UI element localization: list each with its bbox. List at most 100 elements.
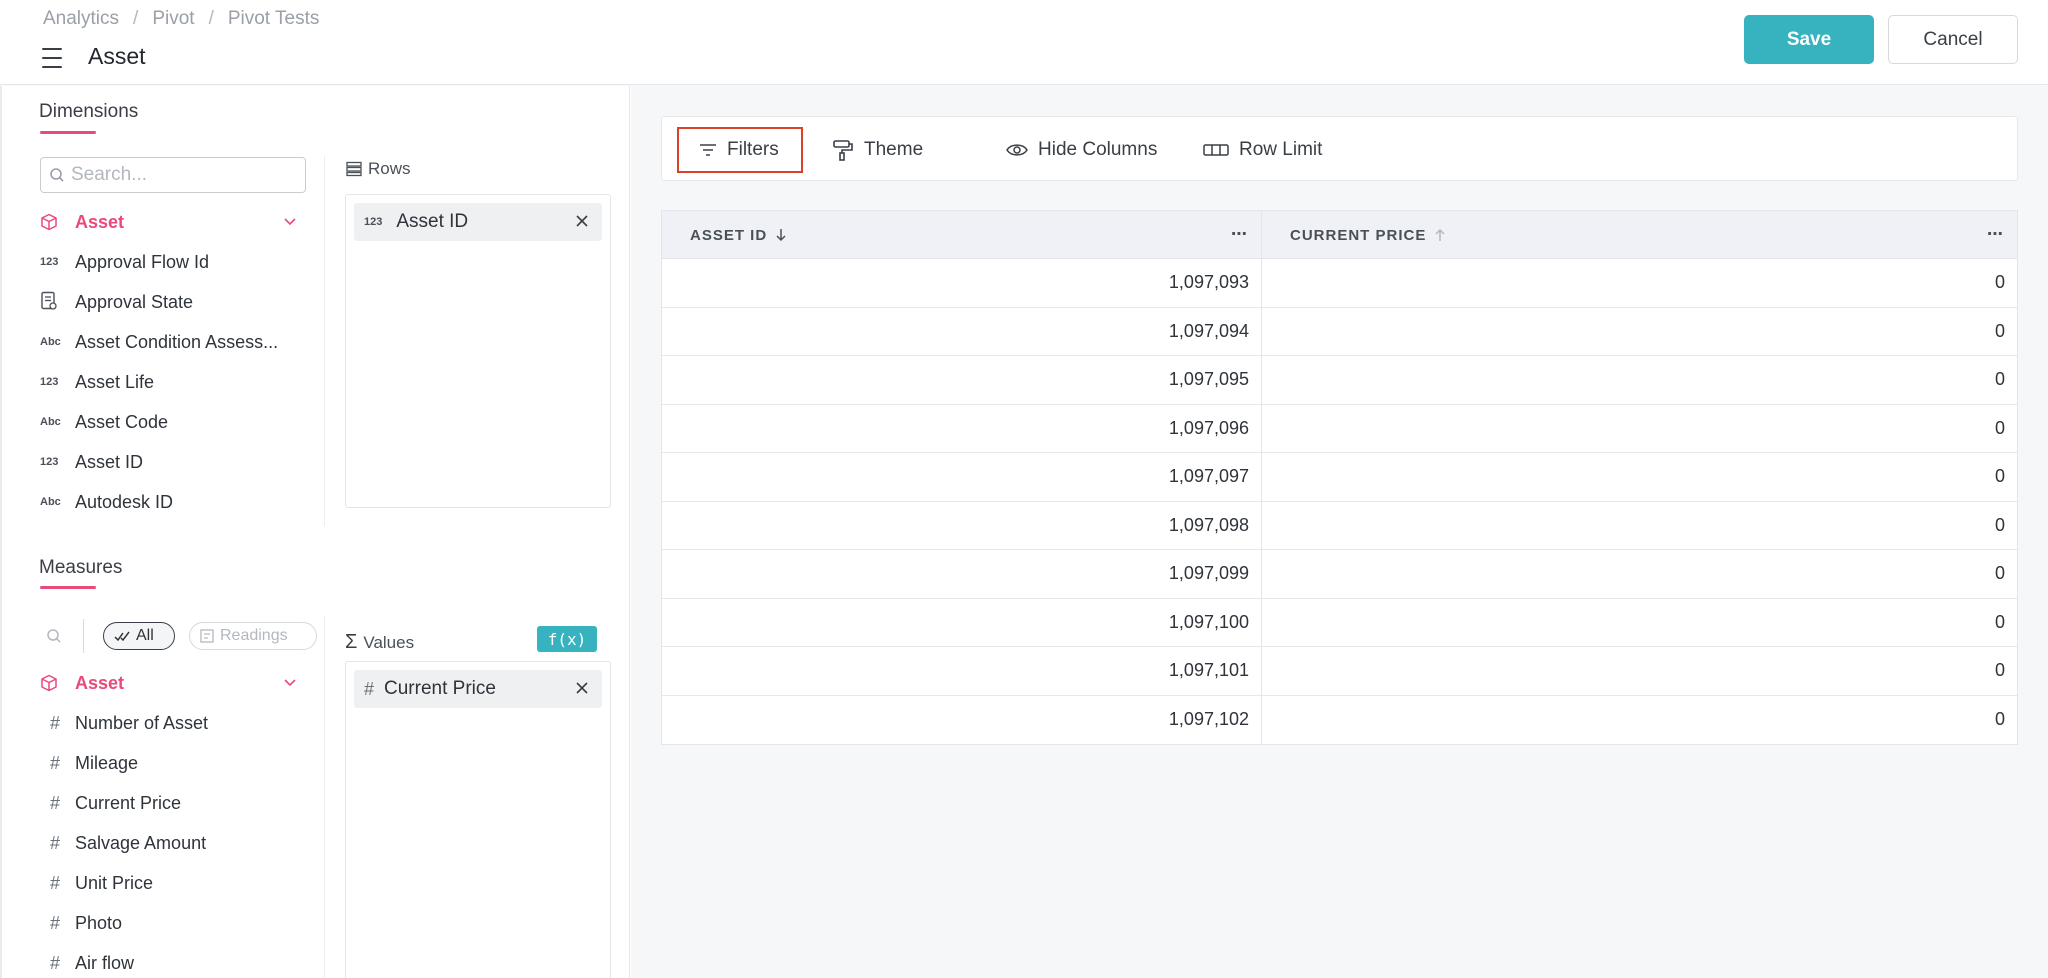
current-price-cell[interactable]: 0	[1262, 356, 2017, 404]
breadcrumb-pivot[interactable]: Pivot	[152, 8, 194, 30]
current-price-cell[interactable]: 0	[1262, 502, 2017, 550]
values-label: Values	[363, 632, 415, 652]
column-menu-icon[interactable]: ⋯	[1231, 224, 1247, 244]
rows-chip-asset-id[interactable]: 123 Asset ID	[354, 203, 602, 241]
hide-columns-button[interactable]: Hide Columns	[1006, 127, 1157, 173]
column-menu-icon[interactable]: ⋯	[1987, 224, 2003, 244]
table-header: ASSET ID ⋯ CURRENT PRICE ⋯	[662, 211, 2017, 259]
asset-id-cell[interactable]: 1,097,102	[662, 695, 1262, 744]
dimension-field-autodesk-id[interactable]: Abc Autodesk ID	[40, 482, 298, 522]
sort-descending-icon[interactable]	[775, 228, 787, 242]
rows-drop-zone[interactable]: 123 Asset ID	[345, 194, 611, 508]
values-drop-zone[interactable]: # Current Price	[345, 661, 611, 978]
measure-field-photo[interactable]: # Photo	[40, 903, 298, 943]
asset-id-cell[interactable]: 1,097,099	[662, 550, 1262, 598]
field-label: Photo	[75, 912, 123, 933]
breadcrumb-analytics[interactable]: Analytics	[43, 8, 119, 30]
table-body: 1,097,093 0 1,097,094 0 1,097,095 0 1,097,096 0…	[662, 259, 2017, 744]
current-price-cell[interactable]: 0	[1262, 599, 2017, 647]
table-row: 1,097,095 0	[662, 356, 2017, 405]
rows-zone-label: Rows	[346, 159, 411, 179]
formula-button[interactable]: f(x)	[537, 626, 597, 652]
asset-id-cell[interactable]: 1,097,095	[662, 356, 1262, 404]
hash-icon: #	[50, 952, 61, 973]
cube-icon	[41, 213, 57, 231]
current-price-cell[interactable]: 0	[1262, 696, 2017, 745]
asset-id-cell[interactable]: 1,097,098	[662, 501, 1262, 549]
hash-icon: #	[50, 792, 61, 813]
dimension-field-asset-life[interactable]: 123 Asset Life	[40, 362, 298, 402]
measure-field-current-price[interactable]: # Current Price	[40, 783, 298, 823]
column-header-asset-id[interactable]: ASSET ID ⋯	[662, 211, 1262, 259]
field-label: Asset Life	[75, 371, 155, 392]
search-icon	[50, 168, 64, 182]
filter-icon	[700, 144, 716, 156]
field-label: Number of Asset	[75, 712, 209, 733]
current-price-cell[interactable]: 0	[1262, 453, 2017, 501]
pivot-main-area: Filters Theme Hide Columns Row Limit ASS…	[631, 86, 2048, 978]
values-chip-current-price[interactable]: # Current Price	[354, 670, 602, 708]
breadcrumb-pivot-tests[interactable]: Pivot Tests	[228, 8, 320, 30]
sort-ascending-icon[interactable]	[1434, 228, 1446, 242]
measure-field-unit-price[interactable]: # Unit Price	[40, 863, 298, 903]
measures-filter-readings[interactable]: Readings	[189, 622, 317, 650]
current-price-cell[interactable]: 0	[1262, 259, 2017, 307]
dimension-field-approval-flow-id[interactable]: 123 Approval Flow Id	[40, 242, 298, 282]
close-icon[interactable]	[574, 680, 590, 696]
chevron-down-icon[interactable]	[282, 674, 298, 690]
current-price-cell[interactable]: 0	[1262, 647, 2017, 695]
save-button[interactable]: Save	[1744, 15, 1874, 64]
field-label: Air flow	[75, 952, 135, 973]
asset-id-cell[interactable]: 1,097,096	[662, 404, 1262, 452]
cancel-button[interactable]: Cancel	[1888, 15, 2018, 64]
paint-roller-icon	[833, 140, 853, 161]
asset-id-cell[interactable]: 1,097,097	[662, 453, 1262, 501]
asset-id-cell[interactable]: 1,097,100	[662, 598, 1262, 646]
pill-divider	[83, 619, 84, 653]
dimension-field-approval-state[interactable]: Approval State	[40, 282, 298, 322]
current-price-cell[interactable]: 0	[1262, 405, 2017, 453]
measure-field-air-flow[interactable]: # Air flow	[40, 943, 298, 978]
pivot-toolbar: Filters Theme Hide Columns Row Limit	[661, 116, 2018, 181]
asset-id-cell[interactable]: 1,097,093	[662, 259, 1262, 307]
search-placeholder: Search...	[71, 164, 148, 185]
dimension-field-asset-code[interactable]: Abc Asset Code	[40, 402, 298, 442]
chevron-down-icon[interactable]	[282, 213, 298, 229]
chip-label: Asset ID	[396, 211, 469, 232]
document-icon	[40, 291, 75, 314]
hamburger-menu-icon[interactable]	[42, 48, 64, 68]
measure-field-number-of-asset[interactable]: # Number of Asset	[40, 703, 298, 743]
dimension-field-asset-condition[interactable]: Abc Asset Condition Assess...	[40, 322, 298, 362]
column-header-current-price[interactable]: CURRENT PRICE ⋯	[1262, 211, 2017, 259]
measures-underline	[40, 586, 96, 589]
number-type-icon: 123	[40, 376, 59, 388]
filters-button[interactable]: Filters	[677, 127, 803, 173]
dimension-field-asset-id[interactable]: 123 Asset ID	[40, 442, 298, 482]
rows-icon	[346, 161, 362, 177]
search-icon[interactable]	[46, 628, 62, 644]
breadcrumb-separator: /	[133, 8, 139, 29]
close-icon[interactable]	[574, 213, 590, 229]
measure-field-mileage[interactable]: # Mileage	[40, 743, 298, 783]
dimension-group-asset[interactable]: Asset	[40, 202, 298, 242]
panel-divider	[324, 156, 325, 526]
eye-icon	[1006, 144, 1028, 156]
filters-label: Filters	[727, 139, 779, 160]
measures-filter-all[interactable]: All	[103, 622, 175, 650]
row-limit-button[interactable]: Row Limit	[1203, 127, 1322, 173]
breadcrumb-separator: /	[208, 8, 214, 29]
pill-label: Readings	[220, 627, 288, 644]
table-row: 1,097,099 0	[662, 550, 2017, 599]
table-row: 1,097,100 0	[662, 598, 2017, 647]
theme-button[interactable]: Theme	[832, 127, 923, 173]
current-price-cell[interactable]: 0	[1262, 308, 2017, 356]
text-type-icon: Abc	[40, 416, 61, 428]
measure-field-salvage-amount[interactable]: # Salvage Amount	[40, 823, 298, 863]
asset-id-cell[interactable]: 1,097,094	[662, 307, 1262, 355]
hide-columns-label: Hide Columns	[1038, 139, 1158, 160]
current-price-cell[interactable]: 0	[1262, 550, 2017, 598]
chip-label: Current Price	[384, 678, 496, 699]
asset-id-cell[interactable]: 1,097,101	[662, 647, 1262, 695]
dimensions-search-input[interactable]: Search...	[40, 157, 306, 193]
measure-group-asset[interactable]: Asset	[40, 663, 298, 703]
